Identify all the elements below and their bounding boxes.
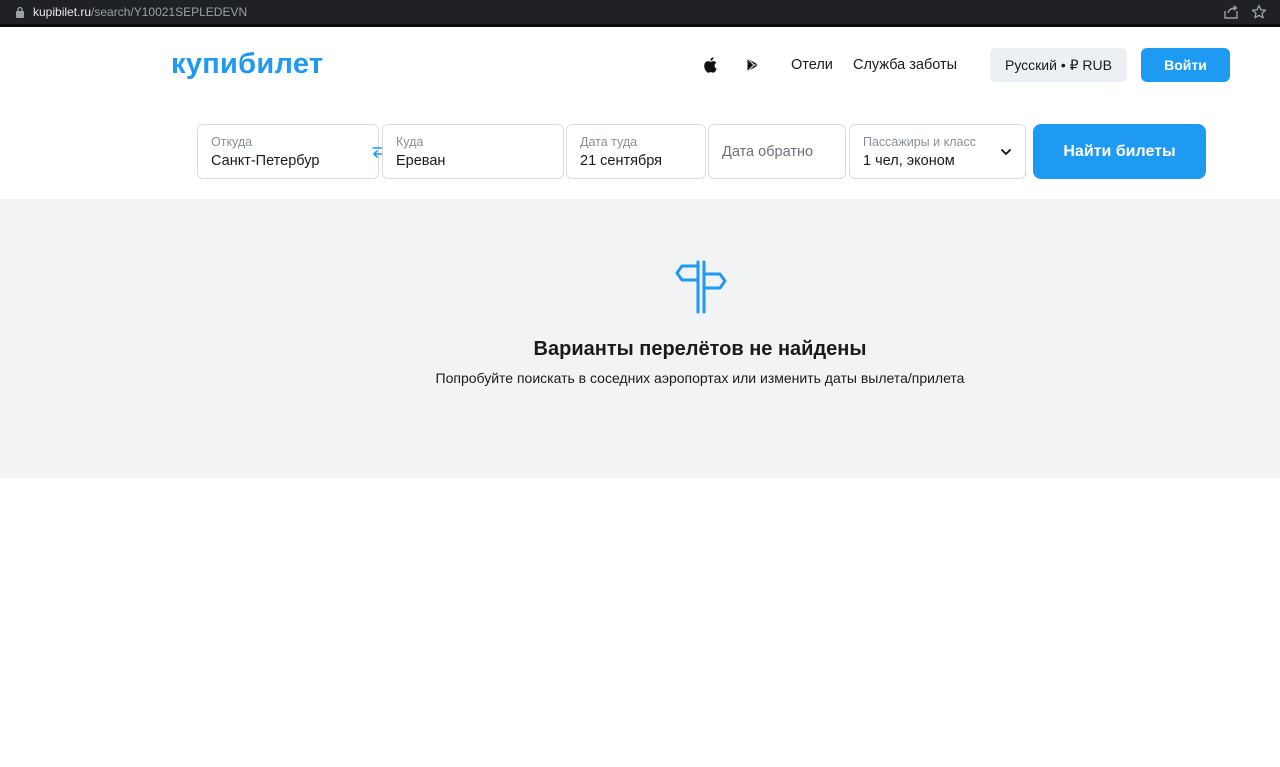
google-play-icon[interactable] <box>745 57 761 73</box>
departure-date-label: Дата туда <box>580 135 638 149</box>
nav-hotels-link[interactable]: Отели <box>791 56 833 74</box>
from-field[interactable]: Откуда Санкт-Петербург <box>197 124 379 179</box>
to-label: Куда <box>396 135 424 149</box>
chevron-down-icon <box>1001 149 1011 155</box>
to-value: Ереван <box>396 153 446 169</box>
browser-divider <box>0 24 1280 27</box>
find-tickets-button[interactable]: Найти билеты <box>1033 124 1206 179</box>
share-icon[interactable] <box>1224 5 1239 19</box>
empty-results-title: Варианты перелётов не найдены <box>533 338 867 360</box>
to-field[interactable]: Куда Ереван <box>382 124 564 179</box>
empty-results-subtitle: Попробуйте поискать в соседних аэропорта… <box>435 370 965 386</box>
browser-address-bar: kupibilet.ru/search/Y10021SEPLEDEVN <box>0 0 1280 24</box>
url-host: kupibilet.ru <box>33 5 92 19</box>
nav-support-link[interactable]: Служба заботы <box>853 56 957 74</box>
passengers-class-field[interactable]: Пассажиры и класс 1 чел, эконом <box>849 124 1026 179</box>
site-logo[interactable]: купибилет <box>171 47 323 81</box>
departure-date-value: 21 сентября <box>580 153 663 169</box>
return-date-placeholder: Дата обратно <box>722 144 814 160</box>
apple-icon[interactable] <box>703 56 719 74</box>
url-text[interactable]: kupibilet.ru/search/Y10021SEPLEDEVN <box>33 5 247 19</box>
signpost-icon <box>675 260 727 314</box>
url-path: /search/Y10021SEPLEDEVN <box>91 5 248 19</box>
passengers-label: Пассажиры и класс <box>863 135 976 149</box>
language-currency-button[interactable]: Русский • ₽ RUB <box>990 48 1127 82</box>
bookmark-star-icon[interactable] <box>1251 4 1267 20</box>
from-value: Санкт-Петербург <box>211 153 319 169</box>
departure-date-field[interactable]: Дата туда 21 сентября <box>566 124 706 179</box>
login-button[interactable]: Войти <box>1141 48 1230 82</box>
return-date-field[interactable]: Дата обратно <box>708 124 846 179</box>
passengers-value: 1 чел, эконом <box>863 153 955 169</box>
from-label: Откуда <box>211 135 253 149</box>
lock-icon <box>16 6 24 18</box>
